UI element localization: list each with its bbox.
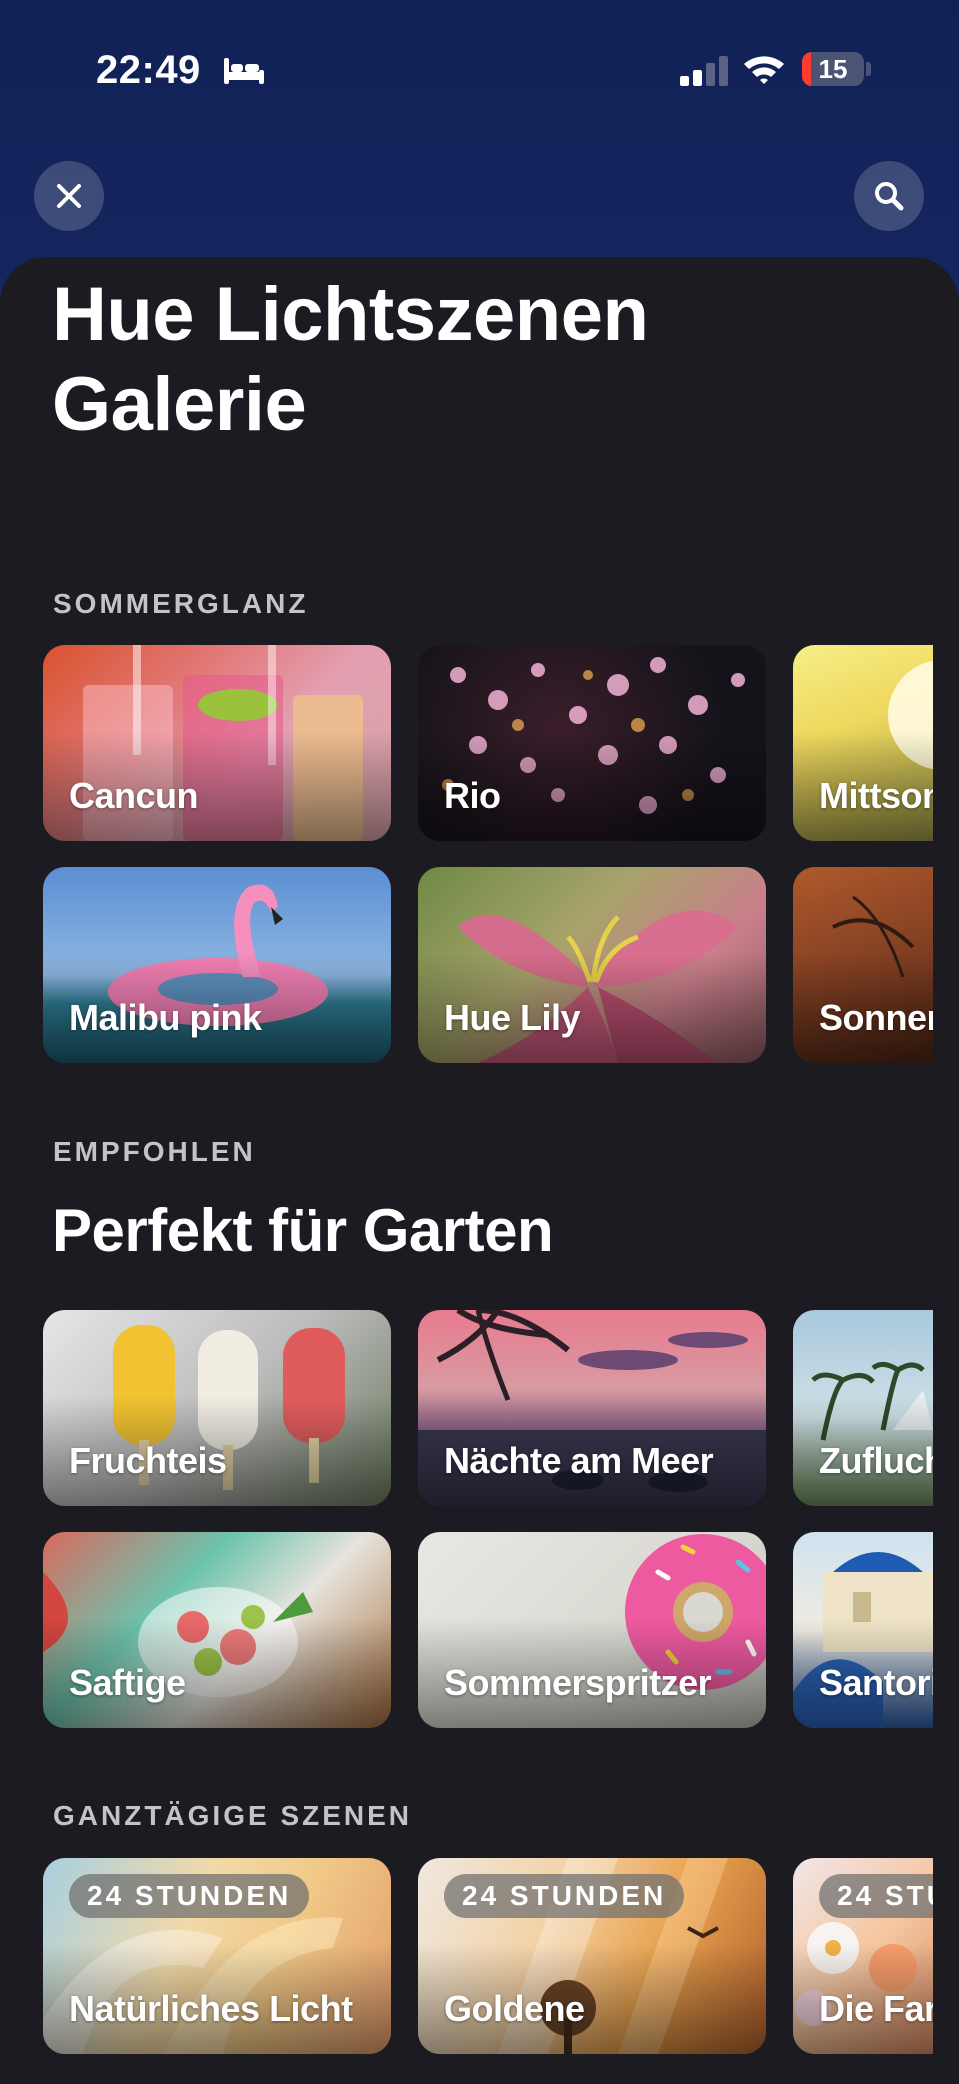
search-button[interactable] — [854, 161, 924, 231]
section-label-all-day: GANZTÄGIGE SZENEN — [53, 1800, 413, 1831]
scene-card-label: Saftige — [69, 1662, 186, 1703]
scene-card-label: Sommerspritzer — [444, 1662, 712, 1703]
scene-card-label: Mittsom — [819, 775, 933, 816]
scene-card-sommerspritzer[interactable]: Sommerspritzer — [418, 1532, 766, 1728]
wifi-icon — [744, 56, 784, 84]
scene-card-santorini[interactable]: Santorin — [793, 1532, 933, 1728]
page-title-line-1: Hue Lichtszenen — [52, 272, 649, 357]
scene-card-cancun[interactable]: Cancun — [43, 645, 391, 841]
scene-card-label: Sonnenu — [819, 997, 933, 1038]
scene-card-label: Nächte am Meer — [444, 1440, 714, 1481]
scene-card-label: Zuflucht — [819, 1440, 933, 1481]
page-title: Hue Lichtszenen Galerie — [52, 270, 912, 450]
scene-card-mittsommer[interactable]: Mittsom — [793, 645, 933, 841]
scene-card-label: Santorin — [819, 1662, 933, 1703]
scene-card-label: Fruchteis — [69, 1440, 227, 1481]
scene-card-sonnenuntergang[interactable]: Sonnenu — [793, 867, 933, 1063]
close-icon — [57, 184, 81, 208]
scene-card-rio[interactable]: Rio — [418, 645, 766, 841]
scene-card-die-farben[interactable]: 24 STU Die Farb — [793, 1858, 933, 2054]
scene-card-hue-lily[interactable]: Hue Lily — [418, 867, 766, 1063]
scene-card-label: Natürliches Licht — [69, 1988, 353, 2029]
scene-card-goldene[interactable]: 24 STUNDEN Goldene — [418, 1858, 766, 2054]
battery-cap — [866, 62, 871, 76]
scene-card-naechte-am-meer[interactable]: Nächte am Meer — [418, 1310, 766, 1506]
scene-card-malibu-pink[interactable]: Malibu pink — [43, 867, 391, 1063]
scene-card-zuflucht[interactable]: Zuflucht — [793, 1310, 933, 1506]
scene-card-fruchteis[interactable]: Fruchteis — [43, 1310, 391, 1506]
status-time: 22:49 — [96, 48, 201, 92]
page-title-line-2: Galerie — [52, 362, 307, 447]
section-label-recommended: EMPFOHLEN — [53, 1136, 256, 1167]
scene-card-natuerliches-licht[interactable]: 24 STUNDEN Natürliches Licht — [43, 1858, 391, 2054]
scene-card-label: Rio — [444, 775, 501, 816]
scene-card-label: Hue Lily — [444, 997, 581, 1038]
search-icon — [875, 182, 904, 211]
bed-icon — [224, 58, 264, 84]
duration-badge: 24 STUNDEN — [69, 1874, 310, 1918]
section-heading-recommended: Perfekt für Garten — [52, 1197, 554, 1264]
scene-card-label: Goldene — [444, 1988, 585, 2029]
status-bar: 22:49 15 — [0, 0, 959, 140]
scene-card-label: Malibu pink — [69, 997, 262, 1038]
battery-indicator: 15 — [802, 52, 864, 86]
duration-badge: 24 STU — [819, 1874, 933, 1918]
scene-card-label: Cancun — [69, 775, 199, 816]
close-button[interactable] — [34, 161, 104, 231]
signal-icon — [680, 56, 728, 86]
battery-level: 15 — [818, 54, 848, 84]
scene-card-label: Die Farb — [819, 1988, 933, 2029]
scene-card-saftige[interactable]: Saftige — [43, 1532, 391, 1728]
duration-badge: 24 STUNDEN — [444, 1874, 685, 1918]
section-label-summer: SOMMERGLANZ — [53, 588, 309, 619]
